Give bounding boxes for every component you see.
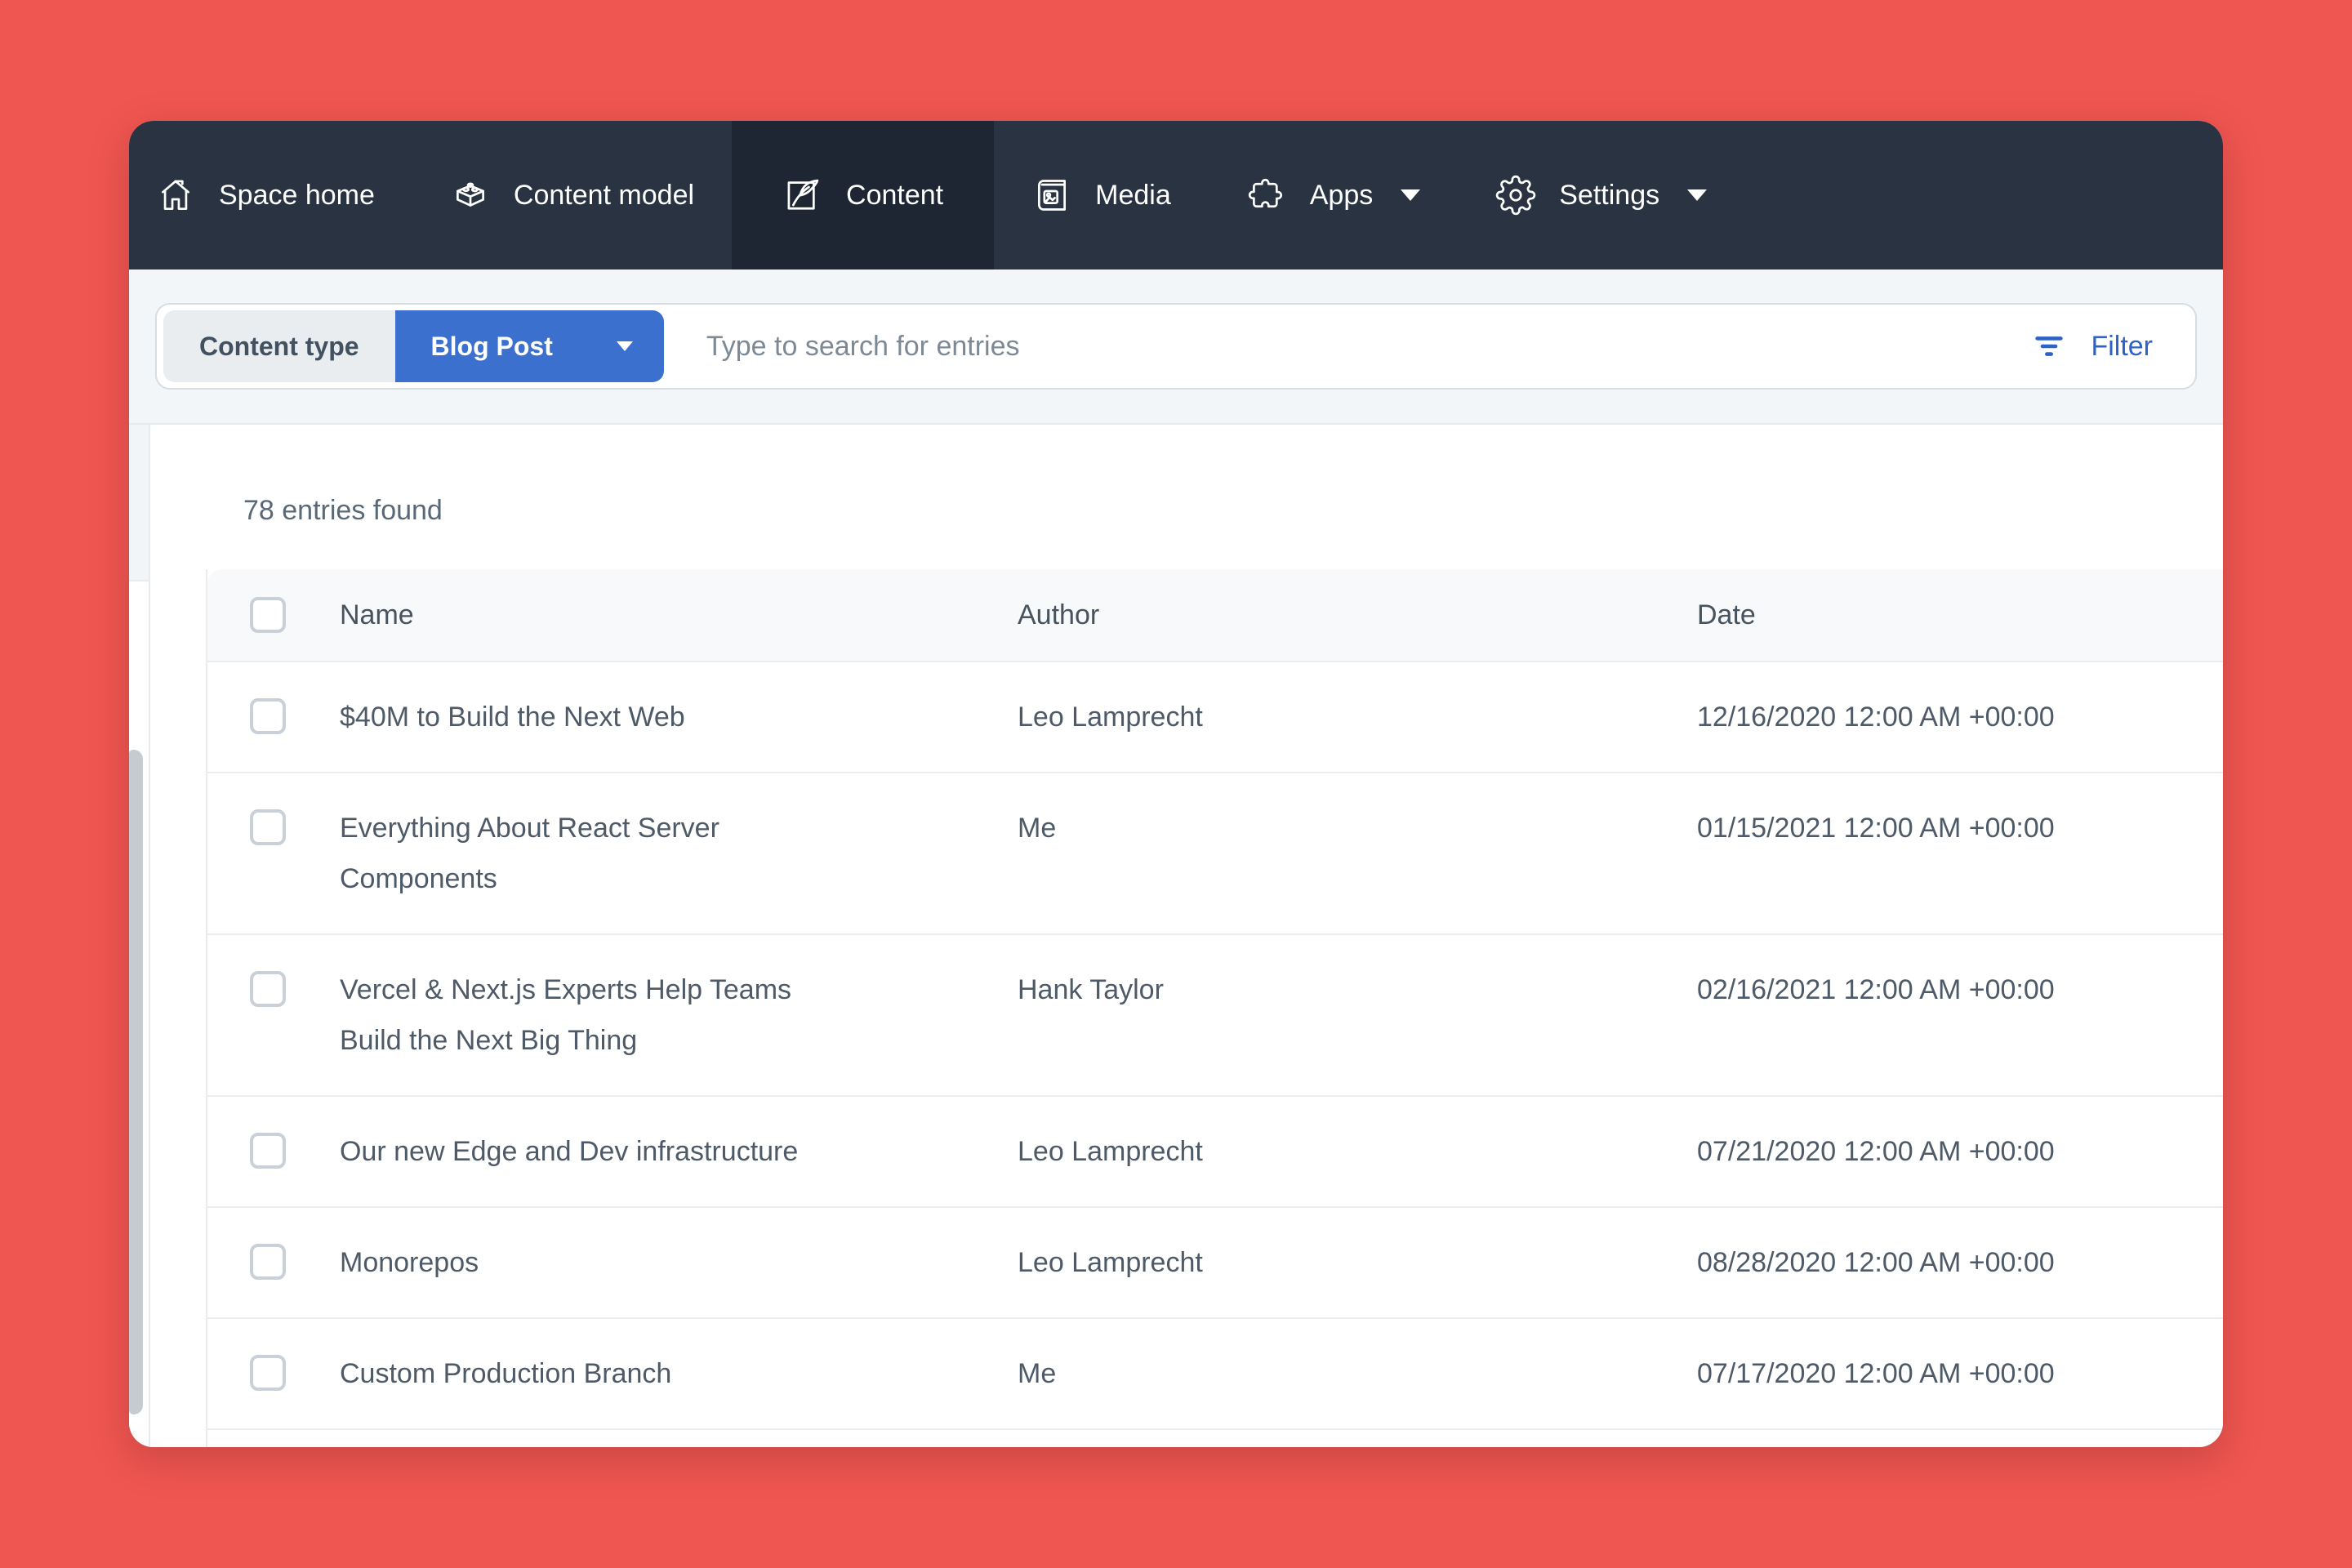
stacked-sheet-edge: [129, 750, 143, 1414]
table-header-row: Name Author Date: [207, 569, 2223, 661]
stacked-sheet-divider: [149, 425, 150, 1447]
row-checkbox[interactable]: [250, 1355, 286, 1391]
cell-date: 08/28/2020 12:00 AM +00:00: [1697, 1237, 2223, 1288]
table-row[interactable]: Vercel & Next.js Experts Help Teams Buil…: [207, 933, 2223, 1095]
brick-icon: [450, 175, 491, 216]
nav-item-label: Content: [846, 180, 943, 212]
cell-name: $40M to Build the Next Web: [340, 692, 685, 742]
table-row[interactable]: Our new Edge and Dev infrastructure Leo …: [207, 1095, 2223, 1206]
nav-item-settings[interactable]: Settings: [1458, 121, 1744, 270]
row-checkbox[interactable]: [250, 971, 286, 1007]
cell-author: Leo Lamprecht: [1018, 692, 1697, 742]
table-row[interactable]: Custom Production Branch Me 07/17/2020 1…: [207, 1317, 2223, 1428]
column-header-date[interactable]: Date: [1697, 599, 2223, 631]
entries-table: Name Author Date $40M to Build the Next …: [206, 569, 2223, 1447]
table-row[interactable]: Monorepos Leo Lamprecht 08/28/2020 12:00…: [207, 1206, 2223, 1317]
quill-icon: [782, 175, 823, 216]
cell-name: Vercel & Next.js Experts Help Teams Buil…: [340, 964, 846, 1066]
content-area: 78 entries found Name Author Date $40M t…: [129, 425, 2223, 1447]
row-checkbox-cell: [207, 964, 340, 1007]
nav-item-content-model[interactable]: Content model: [412, 121, 732, 270]
row-checkbox-cell: [207, 692, 340, 734]
filter-button[interactable]: Filter: [1994, 327, 2189, 365]
nav-item-label: Content model: [514, 180, 694, 212]
cell-name: Our new Edge and Dev infrastructure: [340, 1126, 798, 1177]
filter-section: Content type Blog Post Filter: [129, 270, 2223, 425]
nav-item-label: Apps: [1310, 180, 1374, 212]
media-icon: [1031, 175, 1072, 216]
row-checkbox-cell: [207, 803, 340, 845]
row-checkbox-cell: [207, 1348, 340, 1391]
nav-item-space-home[interactable]: Space home: [129, 121, 412, 270]
chevron-down-icon: [617, 341, 633, 351]
cell-author: Hank Taylor: [1018, 964, 1697, 1015]
nav-item-label: Space home: [219, 180, 375, 212]
cell-author: Leo Lamprecht: [1018, 1126, 1697, 1177]
select-all-checkbox[interactable]: [250, 597, 286, 633]
filter-label: Filter: [2091, 331, 2153, 363]
nav-item-label: Media: [1095, 180, 1171, 212]
cell-date: 02/16/2021 12:00 AM +00:00: [1697, 964, 2223, 1015]
row-checkbox[interactable]: [250, 1133, 286, 1169]
chevron-down-icon: [1401, 189, 1420, 201]
cell-author: Me: [1018, 1348, 1697, 1399]
home-icon: [155, 175, 196, 216]
cell-name: Everything About React Server Components: [340, 803, 846, 904]
gear-icon: [1495, 175, 1536, 216]
select-all-cell: [207, 597, 340, 633]
nav-item-apps[interactable]: Apps: [1209, 121, 1459, 270]
content-type-dropdown[interactable]: Blog Post: [395, 310, 664, 382]
cell-author: Me: [1018, 803, 1697, 853]
row-checkbox[interactable]: [250, 1244, 286, 1280]
search-bar: Content type Blog Post Filter: [155, 303, 2197, 390]
chevron-down-icon: [1687, 189, 1707, 201]
row-checkbox[interactable]: [250, 698, 286, 734]
content-type-selector: Content type Blog Post: [163, 310, 664, 382]
search-input[interactable]: [664, 331, 1995, 363]
filter-icon: [2030, 327, 2068, 365]
cell-name: Custom Production Branch: [340, 1348, 671, 1399]
cell-date: 12/16/2020 12:00 AM +00:00: [1697, 692, 2223, 742]
column-header-author[interactable]: Author: [1018, 599, 1697, 631]
nav-item-label: Settings: [1559, 180, 1659, 212]
top-navigation: Space home Content model: [129, 121, 2223, 270]
cell-name: Monorepos: [340, 1237, 479, 1288]
table-row[interactable]: $40M to Build the Next Web Leo Lamprecht…: [207, 661, 2223, 772]
entries-count: 78 entries found: [243, 495, 2223, 527]
table-row[interactable]: Everything About React Server Components…: [207, 772, 2223, 933]
row-checkbox-cell: [207, 1126, 340, 1169]
column-header-name[interactable]: Name: [340, 599, 1018, 631]
row-checkbox[interactable]: [250, 809, 286, 845]
app-window: Space home Content model: [129, 121, 2223, 1447]
row-checkbox-cell: [207, 1237, 340, 1280]
content-type-value: Blog Post: [431, 332, 553, 362]
entries-table-rows: $40M to Build the Next Web Leo Lamprecht…: [207, 661, 2223, 1428]
partial-next-row: [207, 1428, 2223, 1447]
cell-date: 07/21/2020 12:00 AM +00:00: [1697, 1126, 2223, 1177]
cell-author: Leo Lamprecht: [1018, 1237, 1697, 1288]
cell-date: 07/17/2020 12:00 AM +00:00: [1697, 1348, 2223, 1399]
stacked-sheet-gutter: [129, 425, 149, 581]
nav-item-content[interactable]: Content: [732, 121, 994, 270]
cell-date: 01/15/2021 12:00 AM +00:00: [1697, 803, 2223, 853]
puzzle-icon: [1246, 175, 1287, 216]
nav-item-media[interactable]: Media: [994, 121, 1209, 270]
content-type-label: Content type: [163, 310, 395, 382]
